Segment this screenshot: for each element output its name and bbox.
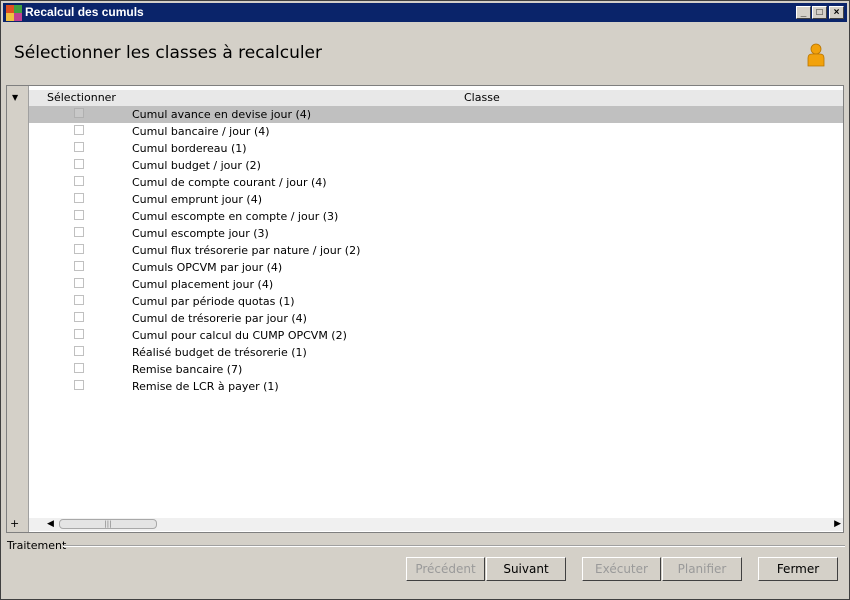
class-label: Cumul placement jour (4)	[132, 278, 274, 291]
select-checkbox[interactable]	[74, 312, 84, 322]
select-checkbox[interactable]	[74, 346, 84, 356]
schedule-button[interactable]: Planifier	[662, 557, 742, 581]
class-label: Cumul bordereau (1)	[132, 142, 247, 155]
table-row[interactable]: Cumul flux trésorerie par nature / jour …	[29, 242, 843, 259]
class-label: Réalisé budget de trésorerie (1)	[132, 346, 307, 359]
class-label: Cumul emprunt jour (4)	[132, 193, 262, 206]
minimize-button[interactable]: _	[796, 6, 811, 19]
select-checkbox[interactable]	[74, 176, 84, 186]
window-title: Recalcul des cumuls	[25, 5, 144, 19]
select-checkbox[interactable]	[74, 227, 84, 237]
class-label: Cumul escompte jour (3)	[132, 227, 269, 240]
class-label: Cumul avance en devise jour (4)	[132, 108, 312, 121]
table-row[interactable]: Cumuls OPCVM par jour (4)	[29, 259, 843, 276]
table-row[interactable]: Remise de LCR à payer (1)	[29, 378, 843, 395]
class-label: Cumul par période quotas (1)	[132, 295, 295, 308]
class-label: Cumul pour calcul du CUMP OPCVM (2)	[132, 329, 347, 342]
select-checkbox[interactable]	[74, 329, 84, 339]
add-row-icon[interactable]: +	[10, 518, 19, 529]
table-row[interactable]: Cumul escompte jour (3)	[29, 225, 843, 242]
class-label: Cumul de trésorerie par jour (4)	[132, 312, 307, 325]
column-header: Sélectionner Classe	[29, 90, 843, 106]
table-row[interactable]: Cumul emprunt jour (4)	[29, 191, 843, 208]
class-label: Remise bancaire (7)	[132, 363, 243, 376]
traitement-group-label: Traitement	[7, 539, 67, 552]
select-checkbox[interactable]	[74, 295, 84, 305]
select-checkbox[interactable]	[74, 363, 84, 373]
table-row[interactable]: Cumul de compte courant / jour (4)	[29, 174, 843, 191]
select-checkbox[interactable]	[74, 244, 84, 254]
column-chooser-icon[interactable]: ▼	[12, 93, 18, 102]
group-divider	[63, 545, 845, 547]
class-label: Cumul flux trésorerie par nature / jour …	[132, 244, 361, 257]
table-row[interactable]: Cumul bordereau (1)	[29, 140, 843, 157]
table-row[interactable]: Cumul budget / jour (2)	[29, 157, 843, 174]
close-dialog-button[interactable]: Fermer	[758, 557, 838, 581]
table-row[interactable]: Cumul bancaire / jour (4)	[29, 123, 843, 140]
column-header-class[interactable]: Classe	[464, 91, 500, 104]
class-label: Cumul budget / jour (2)	[132, 159, 261, 172]
select-checkbox[interactable]	[74, 125, 84, 135]
column-header-select[interactable]: Sélectionner	[47, 91, 116, 104]
table-row[interactable]: Réalisé budget de trésorerie (1)	[29, 344, 843, 361]
class-label: Cumul bancaire / jour (4)	[132, 125, 270, 138]
class-label: Cumul escompte en compte / jour (3)	[132, 210, 339, 223]
title-bar[interactable]: Recalcul des cumuls _ □ ×	[3, 3, 847, 22]
table-row[interactable]: Cumul escompte en compte / jour (3)	[29, 208, 843, 225]
table-row[interactable]: Cumul placement jour (4)	[29, 276, 843, 293]
maximize-button[interactable]: □	[812, 6, 827, 19]
close-button[interactable]: ×	[829, 6, 844, 19]
table-row[interactable]: Remise bancaire (7)	[29, 361, 843, 378]
scroll-thumb[interactable]: |||	[59, 519, 157, 529]
class-label: Remise de LCR à payer (1)	[132, 380, 279, 393]
class-label: Cumul de compte courant / jour (4)	[132, 176, 327, 189]
app-icon	[6, 5, 22, 21]
previous-button[interactable]: Précédent	[406, 557, 485, 581]
page-title: Sélectionner les classes à recalculer	[14, 43, 323, 63]
scroll-right-icon[interactable]: ▶	[834, 519, 841, 529]
select-checkbox[interactable]	[74, 159, 84, 169]
select-checkbox[interactable]	[74, 193, 84, 203]
select-checkbox[interactable]	[74, 210, 84, 220]
select-checkbox[interactable]	[74, 142, 84, 152]
table-row[interactable]: Cumul de trésorerie par jour (4)	[29, 310, 843, 327]
select-checkbox[interactable]	[74, 380, 84, 390]
horizontal-scrollbar[interactable]: ◀ ||| ▶	[29, 518, 843, 531]
row-header-column: ▼ +	[7, 86, 29, 532]
table-row[interactable]: Cumul pour calcul du CUMP OPCVM (2)	[29, 327, 843, 344]
classes-grid: ▼ + Sélectionner Classe Cumul avance en …	[6, 85, 844, 533]
scroll-left-icon[interactable]: ◀	[47, 519, 54, 529]
execute-button[interactable]: Exécuter	[582, 557, 661, 581]
main-window: Recalcul des cumuls _ □ × Sélectionner l…	[0, 0, 850, 600]
table-row[interactable]: Cumul par période quotas (1)	[29, 293, 843, 310]
next-button[interactable]: Suivant	[486, 557, 566, 581]
select-checkbox[interactable]	[74, 278, 84, 288]
select-checkbox[interactable]	[74, 108, 84, 118]
table-row[interactable]: Cumul avance en devise jour (4)	[29, 106, 843, 123]
user-icon	[807, 43, 825, 67]
select-checkbox[interactable]	[74, 261, 84, 271]
class-label: Cumuls OPCVM par jour (4)	[132, 261, 283, 274]
